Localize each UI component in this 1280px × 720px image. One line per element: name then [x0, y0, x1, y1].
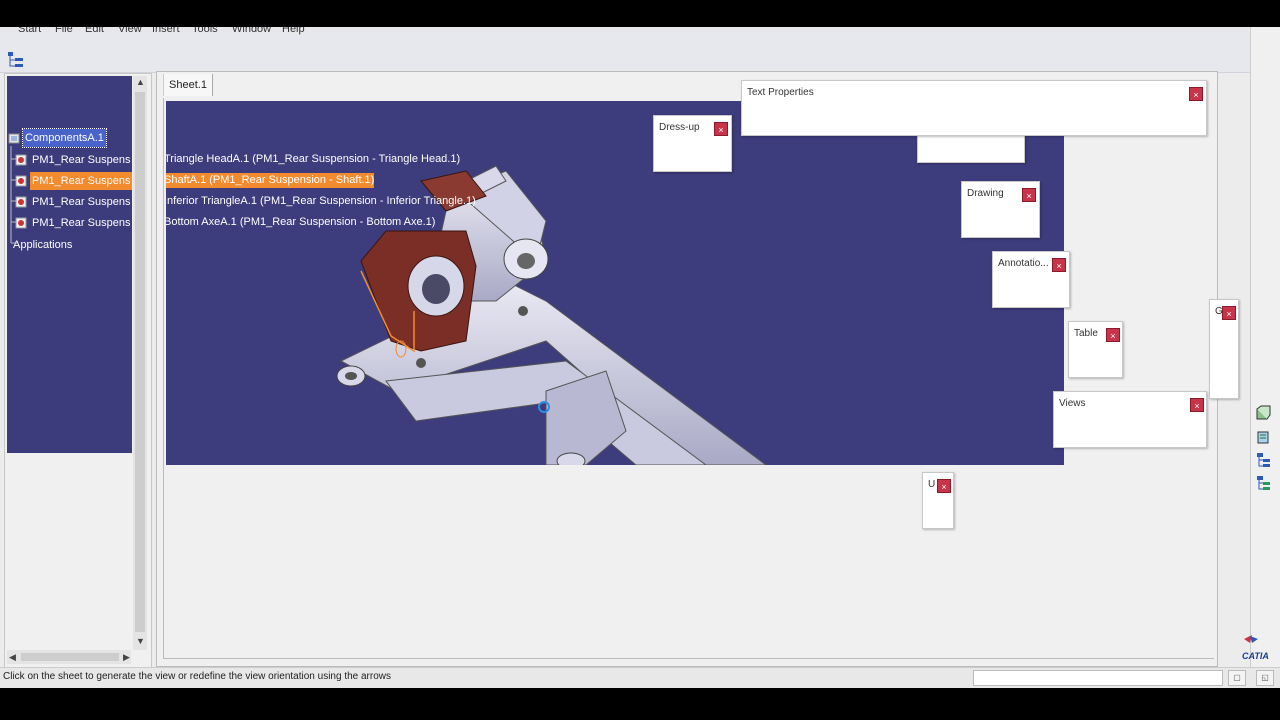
- viewport-label-triangle-head: Triangle HeadA.1 (PM1_Rear Suspension - …: [166, 153, 461, 165]
- top-toolbar: [0, 36, 1250, 73]
- close-icon[interactable]: ×: [1222, 306, 1236, 320]
- power-input-icon[interactable]: ◱: [1256, 670, 1274, 686]
- tab-sheet-1[interactable]: Sheet.1: [163, 74, 213, 96]
- scroll-left-icon[interactable]: ◀: [9, 652, 16, 663]
- scroll-up-icon[interactable]: ▲: [136, 77, 145, 87]
- menu-file[interactable]: File: [55, 27, 73, 35]
- tree-item[interactable]: PM1_Rear Suspens: [15, 172, 132, 190]
- scroll-down-icon[interactable]: ▼: [136, 636, 145, 646]
- status-message: Click on the sheet to generate the view …: [3, 671, 391, 682]
- command-input[interactable]: [973, 670, 1223, 686]
- dress-up-toolbar[interactable]: Dress-up ×: [653, 115, 732, 172]
- u-toolbar-title: U: [928, 479, 936, 490]
- right-toolbar-strip: [1250, 27, 1280, 687]
- text-properties-title: Text Properties: [747, 87, 814, 98]
- close-icon[interactable]: ×: [714, 122, 728, 136]
- tree-applications[interactable]: Applications: [11, 236, 74, 254]
- specification-tree-panel: ComponentsA.1 PM1_Rear Suspens PM1_Rear …: [4, 73, 152, 669]
- tree-structure-icon[interactable]: [1255, 452, 1271, 468]
- tree-item-label: PM1_Rear Suspens: [32, 196, 131, 208]
- views-toolbar[interactable]: Views ×: [1053, 391, 1207, 448]
- tree-horizontal-scrollbar[interactable]: ◀ ▶: [7, 650, 131, 664]
- tree-toggle-icon[interactable]: [7, 51, 25, 69]
- annotations-toolbar[interactable]: Annotatio... ×: [992, 251, 1070, 308]
- tree-root-label: ComponentsA.1: [22, 128, 107, 148]
- menu-window[interactable]: Window: [232, 27, 271, 35]
- view-cube-icon[interactable]: [1255, 405, 1271, 421]
- hidden-toolbar-panel: [917, 135, 1025, 163]
- u-toolbar[interactable]: U ×: [922, 472, 954, 529]
- tree-vertical-scrollbar[interactable]: ▲ ▼: [133, 76, 147, 650]
- tree-connector-lines: [10, 146, 17, 244]
- tree-vscroll-thumb[interactable]: [135, 92, 145, 632]
- tree-item[interactable]: PM1_Rear Suspens: [15, 214, 132, 232]
- views-title: Views: [1059, 398, 1086, 409]
- menu-insert[interactable]: Insert: [152, 27, 180, 35]
- viewport-label-inferior-triangle: Inferior TriangleA.1 (PM1_Rear Suspensio…: [166, 195, 476, 207]
- sheet-canvas[interactable]: Triangle HeadA.1 (PM1_Rear Suspension - …: [163, 98, 1214, 659]
- status-bar: Click on the sheet to generate the view …: [0, 667, 1280, 688]
- tree-hscroll-thumb[interactable]: [21, 653, 119, 661]
- close-icon[interactable]: ×: [937, 479, 951, 493]
- annotations-title: Annotatio...: [998, 258, 1049, 269]
- catia-logo-text: CATIA: [1242, 651, 1269, 661]
- tree-background: ComponentsA.1 PM1_Rear Suspens PM1_Rear …: [7, 76, 132, 453]
- text-properties-toolbar[interactable]: Text Properties ×: [741, 80, 1207, 136]
- catia-window: Start File Edit View Insert Tools Window…: [0, 27, 1280, 688]
- generate-view-icon[interactable]: [1255, 429, 1271, 445]
- tree-item[interactable]: PM1_Rear Suspens: [15, 193, 132, 211]
- tree-applications-label: Applications: [13, 239, 73, 251]
- tree-item-label: PM1_Rear Suspens: [30, 172, 132, 190]
- close-icon[interactable]: ×: [1190, 398, 1204, 412]
- menu-view[interactable]: View: [118, 27, 142, 35]
- drawing-toolbar[interactable]: Drawing ×: [961, 181, 1040, 238]
- scroll-right-icon[interactable]: ▶: [123, 652, 130, 663]
- menu-help[interactable]: Help: [282, 27, 305, 35]
- tree-expand-icon[interactable]: [1255, 475, 1271, 491]
- restore-icon[interactable]: ▢: [1228, 670, 1246, 686]
- close-icon[interactable]: ×: [1189, 87, 1203, 101]
- table-toolbar[interactable]: Table ×: [1068, 321, 1123, 378]
- tree-item[interactable]: PM1_Rear Suspens: [15, 151, 132, 169]
- viewport-label-bottom-axe: Bottom AxeA.1 (PM1_Rear Suspension - Bot…: [166, 216, 436, 228]
- dress-up-title: Dress-up: [659, 122, 700, 133]
- menu-edit[interactable]: Edit: [85, 27, 104, 35]
- close-icon[interactable]: ×: [1052, 258, 1066, 272]
- menu-bar: Start File Edit View Insert Tools Window…: [0, 27, 1280, 36]
- menu-tools[interactable]: Tools: [192, 27, 218, 35]
- close-icon[interactable]: ×: [1022, 188, 1036, 202]
- tree-item-label: PM1_Rear Suspens: [32, 154, 131, 166]
- table-title: Table: [1074, 328, 1098, 339]
- drawing-title: Drawing: [967, 188, 1004, 199]
- tree-item-label: PM1_Rear Suspens: [32, 217, 131, 229]
- geometry-toolbar[interactable]: G ×: [1209, 299, 1239, 399]
- tree-root[interactable]: ComponentsA.1: [8, 128, 107, 148]
- viewport-label-shaft: ShaftA.1 (PM1_Rear Suspension - Shaft.1): [166, 173, 375, 188]
- menu-start[interactable]: Start: [18, 27, 41, 35]
- close-icon[interactable]: ×: [1106, 328, 1120, 342]
